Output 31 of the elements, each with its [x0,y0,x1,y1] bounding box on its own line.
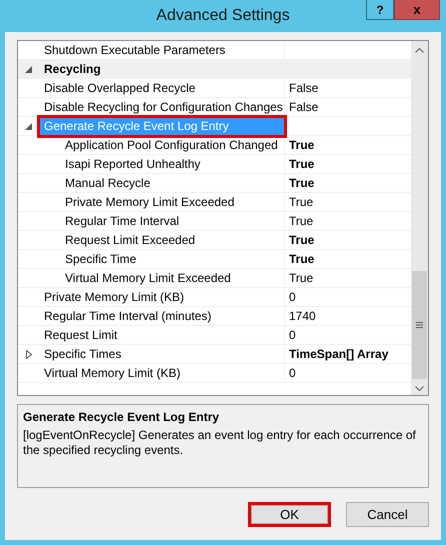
grip-icon [416,322,423,328]
dialog-button[interactable]: OK [248,502,331,527]
property-value-cell[interactable]: 0 [285,288,411,306]
scroll-down-icon[interactable] [415,386,424,391]
property-value-cell[interactable]: False [285,79,411,97]
property-name-cell[interactable]: Virtual Memory Limit (KB) [39,364,285,382]
property-value-cell[interactable]: 1740 [285,307,411,325]
scrollbar[interactable] [411,41,428,395]
expanded-triangle-icon[interactable] [25,66,32,72]
collapsed-triangle-icon[interactable] [26,350,32,358]
close-button[interactable]: x [394,0,440,20]
property-value-cell[interactable]: True [285,231,411,249]
scroll-thumb[interactable] [412,271,427,379]
property-value-cell[interactable]: True [285,250,411,268]
window-title: Advanced Settings [156,6,290,26]
description-text: [logEventOnRecycle] Generates an event log entry for each occurrence of the specified recycling events. [23,428,417,458]
property-value-cell[interactable]: True [285,174,411,192]
property-value-cell[interactable]: True [285,212,411,230]
property-value-cell[interactable]: TimeSpan[] Array [285,345,411,363]
property-value-cell[interactable]: 0 [285,326,411,344]
expanded-triangle-icon[interactable] [25,122,32,130]
scroll-up-icon[interactable] [415,48,424,53]
property-value-cell[interactable]: True [285,269,411,287]
property-value-cell[interactable]: True [285,136,411,154]
category-label: Recycling [43,61,101,78]
property-value-cell[interactable]: True [285,155,411,173]
property-value-cell[interactable]: 0 [285,364,411,382]
property-value-cell[interactable]: False [285,98,411,116]
description-title: Generate Recycle Event Log Entry [23,409,220,426]
property-value-cell[interactable]: True [285,193,411,211]
dialog-button[interactable]: Cancel [346,502,429,527]
